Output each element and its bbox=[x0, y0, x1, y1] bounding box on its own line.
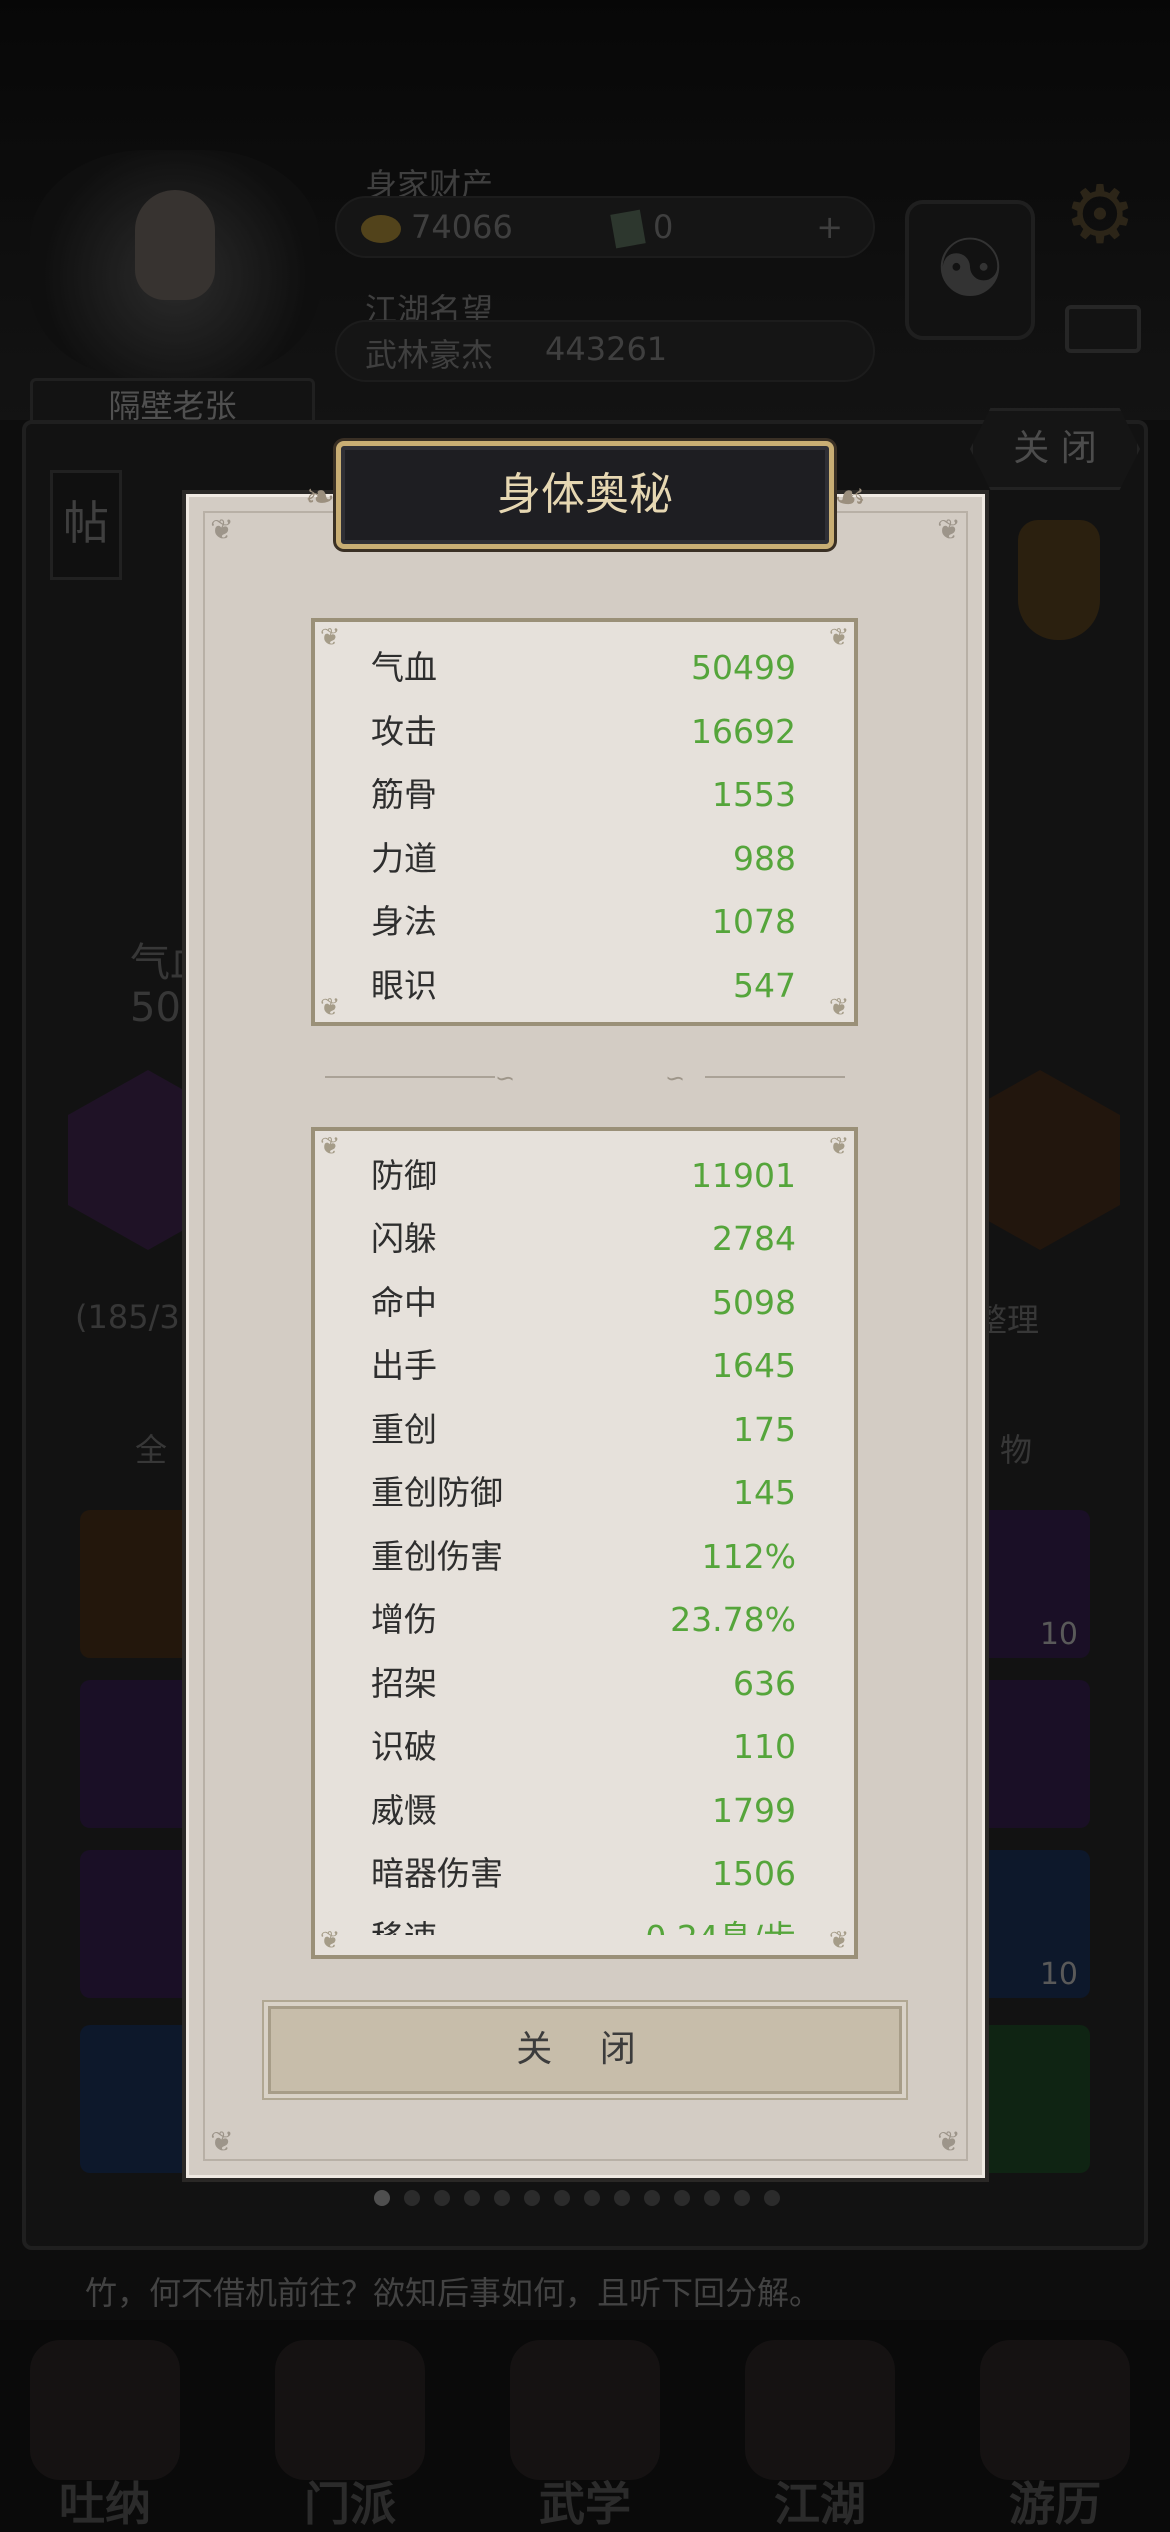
divider-ornament-icon: ∽ bbox=[665, 1064, 686, 1092]
stat-row: 气血 50499 bbox=[371, 638, 796, 698]
stat-label: 力道 bbox=[371, 839, 437, 878]
title-wing-right-icon: ☙ bbox=[833, 477, 867, 518]
stat-label: 招架 bbox=[371, 1664, 437, 1703]
stat-value: 110 bbox=[733, 1727, 796, 1766]
combat-stats-panel[interactable]: ❦ ❦ ❦ ❦ 防御 11901 闪躲 2784 命中 5098 出手 1645 重创 1… bbox=[311, 1127, 858, 1959]
game-screen: 隔壁老张 身家财产 74066 0 + 江湖名望 武林豪杰 443261 ☯ ⚙… bbox=[0, 0, 1170, 2532]
stat-value: 23.78% bbox=[670, 1600, 796, 1639]
stat-label: 重创伤害 bbox=[371, 1537, 503, 1576]
stat-value: 175 bbox=[733, 1410, 796, 1449]
stat-row: 识破 110 bbox=[371, 1717, 796, 1777]
close-button[interactable]: 关 闭 bbox=[268, 2006, 902, 2094]
stat-value: 16692 bbox=[691, 712, 796, 751]
stat-row: 闪躲 2784 bbox=[371, 1209, 796, 1269]
stat-row: 攻击 16692 bbox=[371, 702, 796, 762]
stat-label: 移速 bbox=[371, 1908, 437, 1935]
stat-row: 命中 5098 bbox=[371, 1273, 796, 1333]
stat-label: 威慑 bbox=[371, 1791, 437, 1830]
stat-value: 2784 bbox=[712, 1219, 796, 1258]
box-corner-icon: ❦ bbox=[828, 623, 850, 651]
stat-value: 0.24息/步 bbox=[645, 1908, 796, 1935]
stat-label: 暗器伤害 bbox=[371, 1854, 503, 1893]
divider-ornament-icon: ∽ bbox=[495, 1064, 516, 1092]
corner-ornament-icon: ❦ bbox=[210, 2125, 234, 2158]
stat-value: 145 bbox=[733, 1473, 796, 1512]
stat-value: 112% bbox=[701, 1537, 796, 1576]
stat-label: 出手 bbox=[371, 1346, 437, 1385]
stat-value: 5098 bbox=[712, 1283, 796, 1322]
stat-row: 重创伤害 112% bbox=[371, 1527, 796, 1587]
dialog-title: 身体奥秘 bbox=[497, 469, 673, 520]
stat-value: 11901 bbox=[691, 1156, 796, 1195]
stat-row: 身法 1078 bbox=[371, 892, 796, 952]
stat-row: 眼识 547 bbox=[371, 956, 796, 1016]
stat-value: 636 bbox=[733, 1664, 796, 1703]
stat-row: 防御 11901 bbox=[371, 1146, 796, 1206]
stat-value: 1799 bbox=[712, 1791, 796, 1830]
title-wing-left-icon: ❧ bbox=[304, 477, 336, 518]
stat-label: 命中 bbox=[371, 1283, 437, 1322]
stat-label: 身法 bbox=[371, 902, 437, 941]
corner-ornament-icon: ❦ bbox=[210, 513, 234, 546]
stat-value: 1553 bbox=[712, 775, 796, 814]
stat-label: 气血 bbox=[371, 648, 437, 687]
stat-row: 筋骨 1553 bbox=[371, 765, 796, 825]
stat-row: 出手 1645 bbox=[371, 1336, 796, 1396]
stat-value: 50499 bbox=[691, 648, 796, 687]
stat-label: 攻击 bbox=[371, 712, 437, 751]
stat-value: 1645 bbox=[712, 1346, 796, 1385]
stat-label: 识破 bbox=[371, 1727, 437, 1766]
stat-value: 1506 bbox=[712, 1854, 796, 1893]
box-corner-icon: ❦ bbox=[319, 993, 341, 1021]
section-divider: ∽ ∽ bbox=[325, 1064, 845, 1092]
stat-label: 重创防御 bbox=[371, 1473, 503, 1512]
stat-label: 增伤 bbox=[371, 1600, 437, 1639]
divider-line bbox=[705, 1076, 845, 1078]
base-stats-panel: ❦ ❦ ❦ ❦ 气血 50499 攻击 16692 筋骨 1553 力道 988 身法 1… bbox=[311, 618, 858, 1026]
stat-row: 暗器伤害 1506 bbox=[371, 1844, 796, 1904]
combat-stats-scroll[interactable]: 防御 11901 闪躲 2784 命中 5098 出手 1645 重创 175 重创防御 1… bbox=[315, 1131, 854, 1935]
stat-value: 547 bbox=[733, 966, 796, 1005]
stat-value: 1078 bbox=[712, 902, 796, 941]
stat-label: 眼识 bbox=[371, 966, 437, 1005]
stat-row: 重创 175 bbox=[371, 1400, 796, 1460]
stat-label: 重创 bbox=[371, 1410, 437, 1449]
stat-row: 威慑 1799 bbox=[371, 1781, 796, 1841]
stat-row: 增伤 23.78% bbox=[371, 1590, 796, 1650]
box-corner-icon: ❦ bbox=[319, 623, 341, 651]
stat-label: 筋骨 bbox=[371, 775, 437, 814]
stat-row: 移速 0.24息/步 bbox=[371, 1908, 796, 1935]
stat-label: 闪躲 bbox=[371, 1219, 437, 1258]
stat-row: 力道 988 bbox=[371, 829, 796, 889]
corner-ornament-icon: ❦ bbox=[937, 2125, 961, 2158]
stat-row: 招架 636 bbox=[371, 1654, 796, 1714]
corner-ornament-icon: ❦ bbox=[937, 513, 961, 546]
stat-row: 重创防御 145 bbox=[371, 1463, 796, 1523]
dialog-title-bar: 身体奥秘 bbox=[336, 441, 834, 549]
stat-value: 988 bbox=[733, 839, 796, 878]
box-corner-icon: ❦ bbox=[828, 993, 850, 1021]
divider-line bbox=[325, 1076, 495, 1078]
stat-label: 防御 bbox=[371, 1156, 437, 1195]
